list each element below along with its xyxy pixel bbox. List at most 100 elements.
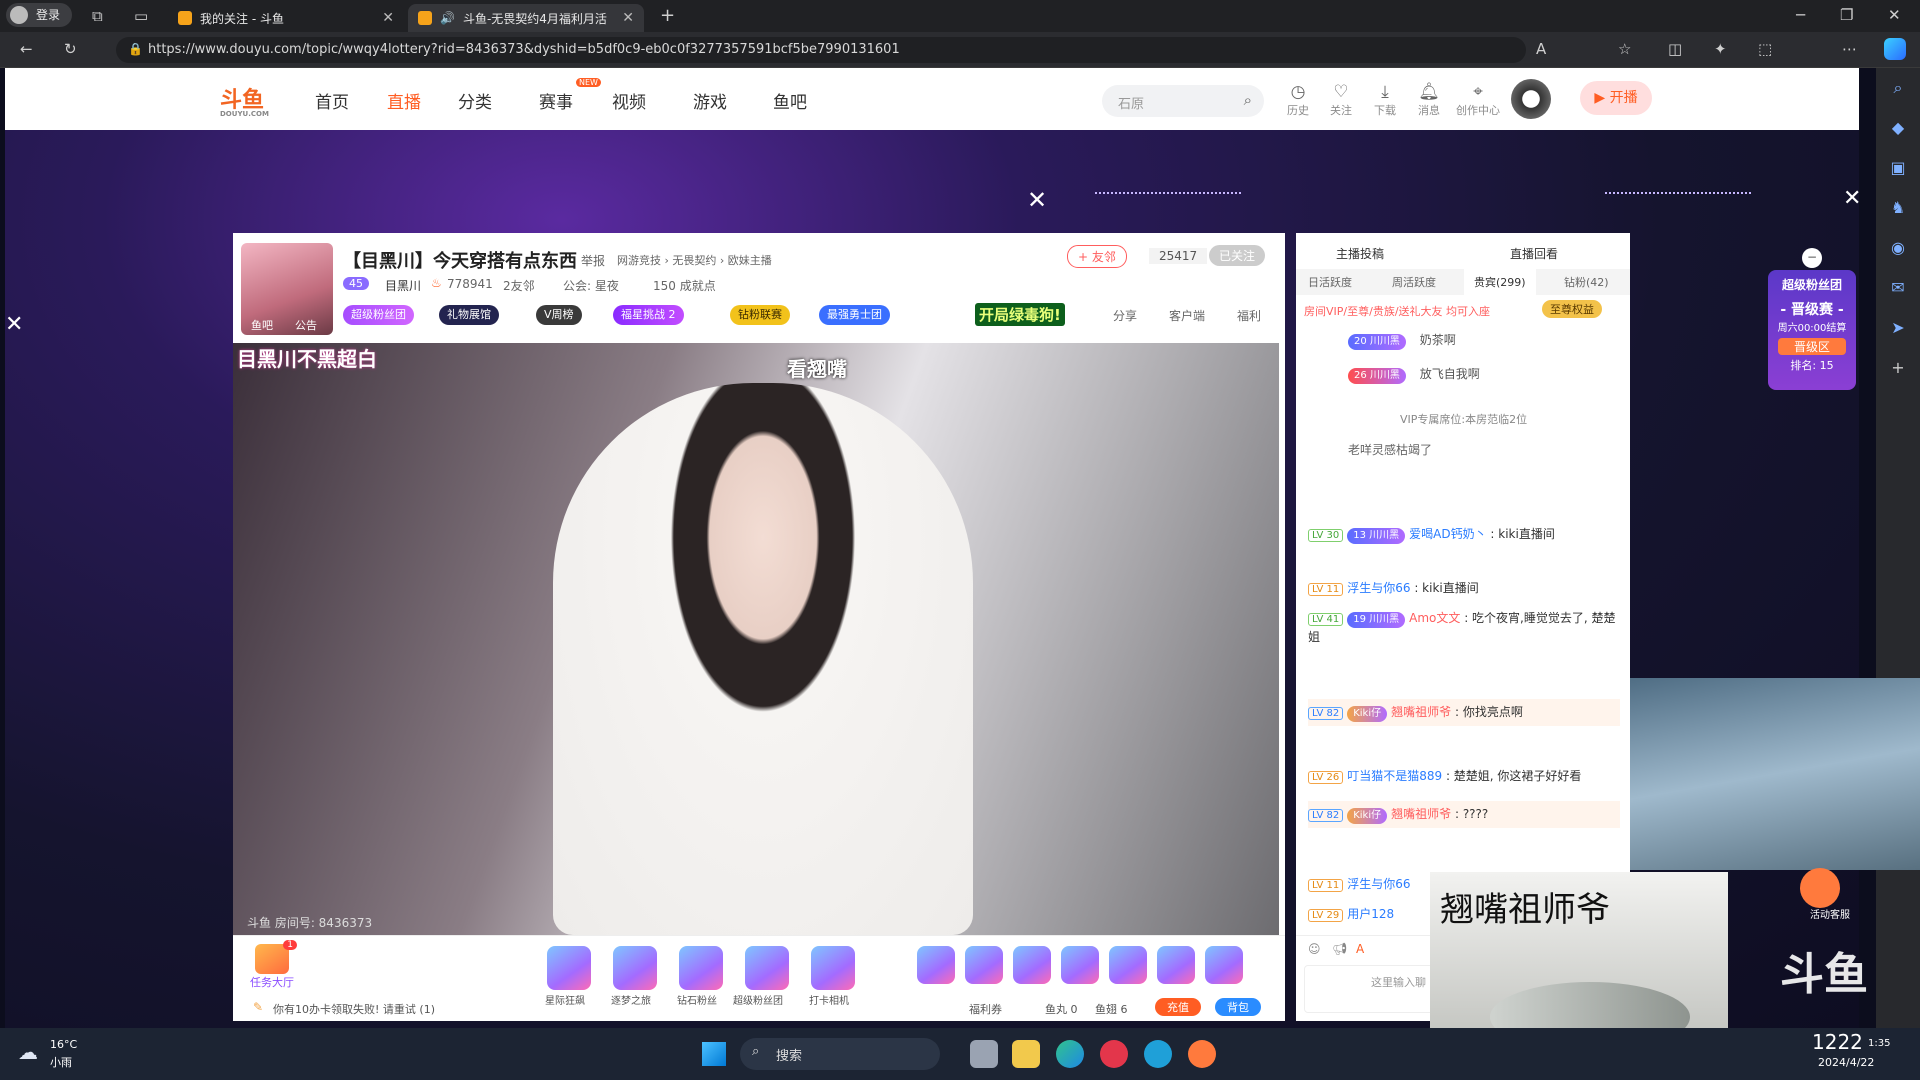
outlook-icon[interactable]: ✉ [1876,268,1920,308]
task-view-icon[interactable] [970,1040,998,1068]
creator-center-button[interactable]: ⌖ 创作中心 [1453,82,1503,118]
vip-benefit-button[interactable]: 至尊权益 [1542,300,1602,318]
tag-strongest-warriors[interactable]: 最强勇士团 [819,305,890,325]
chat-message[interactable]: LV 41 19 川川黑 Amo文文 : 吃个夜宵,睡觉觉去了, 楚楚姐 [1308,609,1620,645]
anchor-submission-link[interactable]: 主播投稿 [1336,245,1384,262]
collections-icon[interactable]: ✦ [1714,40,1727,58]
m365-icon[interactable]: ◉ [1876,228,1920,268]
minimize-icon[interactable]: ─ [1796,6,1805,24]
backpack-gift-1[interactable] [917,946,955,984]
nickname[interactable]: Amo文文 [1409,611,1460,625]
tab-daily[interactable]: 日活跃度 [1308,274,1352,290]
close-icon[interactable]: ✕ [382,10,394,26]
task-hall-button[interactable]: 任务大厅 1 [247,940,297,994]
user-avatar[interactable] [1511,79,1551,119]
vip-row[interactable]: 20 川川黑 奶茶啊 [1308,331,1620,350]
horn-icon[interactable]: 📢︎ [1332,942,1347,956]
shopping-icon[interactable]: ▣ [1876,148,1920,188]
search-icon[interactable]: ⌕ [1244,91,1252,109]
backpack-gift-2[interactable] [965,946,1003,984]
promo-banner[interactable]: 开局绿毒狗! [975,303,1065,326]
app-icon[interactable] [1144,1040,1172,1068]
nav-video[interactable]: 视频 [612,88,646,113]
tools-icon[interactable]: ◆ [1876,108,1920,148]
video-player[interactable]: 目黑川不黑超白 看翘嘴 斗鱼 房间号: 8436373 [233,343,1279,935]
vip-row[interactable]: 26 川川黑 放飞自我啊 [1308,365,1620,384]
avatar-tag-fishbar[interactable]: 鱼吧 [251,317,273,333]
customer-service-icon[interactable] [1800,868,1840,908]
add-sidebar-icon[interactable]: + [1876,348,1920,388]
tag-lucky-challenge[interactable]: 福星挑战 2 [613,305,684,325]
extensions-icon[interactable]: ⬚ [1758,40,1772,58]
tab-diamond[interactable]: 钻粉(42) [1564,274,1609,290]
backpack-gift-3[interactable] [1013,946,1051,984]
refresh-icon[interactable]: ↻ [64,40,77,58]
start-icon[interactable] [702,1042,726,1066]
more-menu-icon[interactable]: ⋯ [1842,40,1857,58]
tag-diamond-league[interactable]: 钻粉联赛 [730,305,790,325]
tab-actions-icon[interactable]: ▭ [134,7,148,25]
breadcrumb[interactable]: 网游竞技 › 无畏契约 › 欧妹主播 [617,252,772,268]
taskbar-search[interactable]: ⌕ 搜索 [740,1038,940,1070]
tab-my-follows[interactable]: 我的关注 - 斗鱼 ✕ [168,4,404,32]
customer-service-label[interactable]: 活动客服 [1810,906,1850,921]
new-tab-icon[interactable]: + [660,5,675,26]
download-button[interactable]: ⤓ 下载 [1369,82,1401,118]
netease-music-icon[interactable] [1100,1040,1128,1068]
restore-icon[interactable]: ❐ [1840,6,1853,24]
nav-games[interactable]: 游戏 [693,88,727,113]
chat-message[interactable]: LV 30 13 川川黑 爱喝AD钙奶丶 : kiki直播间 [1308,525,1620,544]
close-icon[interactable]: ✕ [5,312,23,337]
weather-icon[interactable]: ☁ [18,1040,38,1064]
nickname[interactable]: 爱喝AD钙奶丶 [1409,527,1486,541]
nickname[interactable]: 叮当猫不是猫889 [1347,769,1442,783]
follow-button[interactable]: ♡ 关注 [1325,82,1357,118]
chat-message[interactable]: LV 82 Kiki仔 翘嘴祖师爷 : 你找亮点啊 [1308,699,1620,726]
client-button[interactable]: 客户端 [1169,307,1205,324]
anchor-avatar[interactable]: 鱼吧 公告 [241,243,333,335]
tag-super-fans[interactable]: 超级粉丝团 [343,305,414,325]
split-screen-icon[interactable]: ◫ [1668,40,1682,58]
window-close-icon[interactable]: ✕ [1888,6,1901,24]
backpack-button[interactable]: 背包 [1215,998,1261,1016]
nickname[interactable]: 浮生与你66 [1347,581,1410,595]
nav-fishbar[interactable]: 鱼吧 [773,88,807,113]
messages-button[interactable]: 🔔︎ 消息 [1413,82,1445,118]
nav-events[interactable]: 赛事 [539,88,573,113]
nickname[interactable]: 用户128 [1347,907,1394,921]
nav-home[interactable]: 首页 [315,88,349,113]
history-button[interactable]: ◷ 历史 [1282,82,1314,118]
replay-link[interactable]: 直播回看 [1510,245,1558,262]
tab-weekly[interactable]: 周活跃度 [1392,274,1436,290]
nickname[interactable]: 浮生与你66 [1347,877,1410,891]
chat-message[interactable]: LV 26 叮当猫不是猫889 : 楚楚姐, 你这裙子好好看 [1308,767,1620,784]
fan-club-widget[interactable]: − 超级粉丝团 - 晋级赛 - 周六00:00结算 晋级区 排名: 15 [1768,248,1856,390]
tag-v-weekly[interactable]: V周榜 [536,305,582,325]
gift-camera[interactable] [811,946,855,990]
followed-button[interactable]: 已关注 [1209,245,1266,266]
nickname[interactable]: 翘嘴祖师爷 [1391,807,1451,821]
speaker-icon[interactable]: 🔊 [440,11,455,25]
edge-icon[interactable] [1056,1040,1084,1068]
backpack-gift-7[interactable] [1205,946,1243,984]
recharge-button[interactable]: 充值 [1155,998,1201,1016]
chat-message[interactable]: LV 82 Kiki仔 翘嘴祖师爷 : ???? [1308,801,1620,828]
close-icon[interactable]: ✕ [1027,186,1047,214]
back-icon[interactable]: ← [20,40,33,58]
search-icon[interactable]: ⌕ [1876,68,1920,108]
backpack-gift-6[interactable] [1157,946,1195,984]
nav-category[interactable]: 分类 [458,88,492,113]
backpack-gift-4[interactable] [1061,946,1099,984]
douyu-app-icon[interactable] [1188,1040,1216,1068]
nav-live[interactable]: 直播 [387,88,421,113]
share-button[interactable]: 分享 [1113,307,1137,324]
collapse-icon[interactable]: − [1802,248,1822,268]
close-icon[interactable]: ✕ [1843,186,1861,211]
copilot-icon[interactable] [1884,38,1906,60]
profile-button[interactable]: 登录 [6,3,72,27]
workspaces-icon[interactable]: ⧉ [92,7,103,25]
avatar-tag-notice[interactable]: 公告 [295,317,317,333]
read-aloud-icon[interactable]: A [1536,40,1546,58]
douyu-logo[interactable]: 斗鱼 DOUYU.COM [220,82,302,118]
search-input[interactable]: 石原 ⌕ [1102,85,1264,117]
